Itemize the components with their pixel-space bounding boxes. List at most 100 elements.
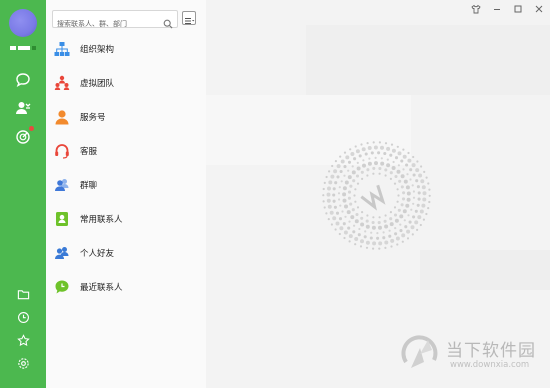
- watermark-dot: [383, 151, 387, 156]
- folder-icon[interactable]: [13, 284, 33, 304]
- notification-dot: [29, 126, 34, 131]
- watermark-dot: [333, 169, 338, 174]
- watermark-dot: [342, 222, 346, 226]
- watermark-dot: [384, 174, 387, 177]
- watermark-dot: [400, 174, 405, 179]
- watermark-dot: [327, 218, 330, 221]
- group-chat-icon: [53, 176, 71, 194]
- chat-icon[interactable]: [13, 70, 33, 90]
- watermark-dot: [411, 184, 414, 187]
- settings-icon[interactable]: [13, 353, 33, 373]
- watermark-dot: [396, 200, 399, 203]
- watermark-dot: [356, 161, 359, 164]
- watermark-dot: [360, 216, 364, 220]
- contacts-icon[interactable]: [13, 98, 33, 118]
- list-menu-button[interactable]: [182, 11, 196, 25]
- maximize-icon[interactable]: [513, 4, 523, 14]
- watermark-dot: [366, 142, 369, 145]
- watermark-dot: [327, 186, 331, 191]
- watermark-dot: [384, 240, 389, 245]
- watermark-dot: [397, 194, 400, 197]
- category-personal-friends[interactable]: 个人好友: [46, 236, 206, 270]
- watermark-dot: [360, 222, 365, 227]
- watermark-dot: [325, 212, 328, 215]
- watermark-dot: [411, 233, 414, 236]
- watermark-dot: [388, 229, 391, 232]
- watermark-dot: [352, 179, 356, 183]
- watermark-dot: [389, 177, 392, 180]
- watermark-dot: [386, 163, 391, 168]
- watermark-dot: [427, 182, 430, 185]
- watermark-dot: [328, 170, 331, 173]
- watermark-dot: [390, 143, 394, 146]
- minimize-icon[interactable]: [492, 4, 502, 14]
- category-label: 组织架构: [80, 45, 115, 55]
- watermark-dot: [394, 218, 399, 223]
- watermark-dot: [366, 214, 369, 217]
- watermark-dot: [409, 168, 413, 172]
- watermark-dot: [342, 198, 347, 203]
- watermark-dot: [407, 158, 412, 163]
- category-customer-service[interactable]: 客服: [46, 134, 206, 168]
- watermark-dot: [327, 204, 332, 209]
- watermark-dot: [365, 246, 369, 249]
- watermark-dot: [334, 228, 337, 231]
- category-org-structure[interactable]: 组织架构: [46, 32, 206, 66]
- watermark-dot: [401, 197, 406, 201]
- watermark-dot: [378, 225, 382, 230]
- category-virtual-team[interactable]: 虚拟团队: [46, 66, 206, 100]
- radar-icon[interactable]: [13, 126, 34, 147]
- watermark-dot: [322, 200, 325, 203]
- watermark-dot: [372, 172, 375, 175]
- watermark-dot: [402, 154, 407, 159]
- watermark-url: www.downxia.com: [450, 360, 530, 370]
- watermark-dot: [406, 197, 411, 202]
- friends-icon: [53, 244, 71, 262]
- watermark-dot: [417, 191, 421, 195]
- watermark-dot: [394, 174, 398, 179]
- watermark-dot: [352, 230, 356, 234]
- watermark-dot: [409, 178, 412, 181]
- watermark-dot: [377, 151, 381, 155]
- category-recent-contacts[interactable]: 最近联系人: [46, 270, 206, 304]
- skin-icon[interactable]: [471, 4, 481, 14]
- watermark-dot: [354, 237, 359, 241]
- watermark-dot: [331, 164, 334, 168]
- search-icon[interactable]: [163, 14, 173, 33]
- watermark-dot: [350, 215, 355, 220]
- watermark-dot: [384, 246, 387, 249]
- avatar[interactable]: [9, 9, 37, 37]
- watermark-dot: [401, 240, 404, 243]
- watermark-dot: [406, 229, 411, 234]
- watermark-dot: [339, 155, 342, 158]
- watermark-dot: [361, 147, 366, 152]
- watermark-dot: [350, 152, 355, 156]
- watermark-dot: [330, 174, 335, 179]
- watermark-dot: [406, 191, 411, 196]
- watermark-dot: [390, 238, 395, 243]
- star-icon[interactable]: [13, 330, 33, 350]
- search-input[interactable]: [53, 16, 157, 32]
- watermark-dot: [428, 200, 431, 204]
- watermark-dot: [364, 152, 368, 156]
- category-group-chat[interactable]: 群聊: [46, 168, 206, 202]
- watermark-dot: [382, 236, 386, 240]
- watermark-dot: [389, 211, 392, 214]
- watermark-dot: [374, 161, 378, 166]
- watermark-dot: [365, 240, 370, 245]
- category-frequent-contacts[interactable]: 常用联系人: [46, 202, 206, 236]
- watermark-dot: [403, 179, 408, 184]
- watermark-dot: [417, 197, 421, 201]
- watermark-dot: [348, 220, 351, 223]
- watermark-dot: [354, 145, 357, 148]
- watermark-dot: [369, 236, 373, 240]
- watermark-dot: [378, 247, 381, 250]
- category-service-account[interactable]: 服务号: [46, 100, 206, 134]
- site-logo-icon: [401, 335, 438, 368]
- close-icon[interactable]: [534, 4, 544, 14]
- clock-icon[interactable]: [13, 307, 33, 327]
- watermark-dot: [349, 202, 353, 206]
- watermark-dot: [419, 209, 424, 214]
- watermark-dot: [423, 170, 426, 173]
- watermark-dot: [337, 192, 341, 195]
